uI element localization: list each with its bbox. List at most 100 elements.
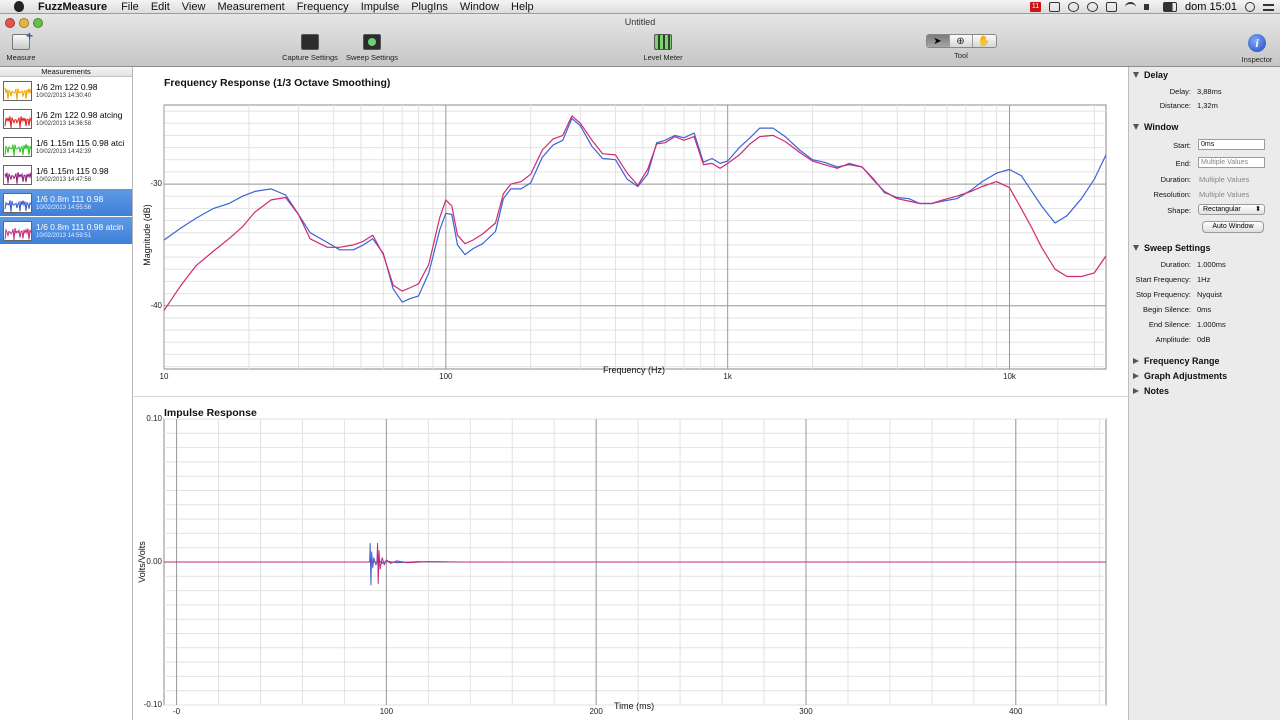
measurement-name: 1/6 2m 122 0.98	[36, 81, 98, 92]
y-tick-label: -40	[150, 300, 162, 310]
window-section-header[interactable]: Window	[1133, 122, 1178, 132]
measurements-header: Measurements	[0, 67, 132, 77]
sweep-settings-button[interactable]: Sweep Settings	[344, 34, 400, 62]
x-tick-label: 100	[439, 372, 453, 381]
apple-menu-icon[interactable]	[12, 1, 26, 13]
sweep-section-header[interactable]: Sweep Settings	[1133, 243, 1211, 253]
thumbnail-trace	[4, 199, 31, 212]
time-x-axis-label: Time (ms)	[614, 701, 655, 711]
measurement-thumbnail	[3, 80, 32, 101]
bluetooth-icon[interactable]	[1106, 2, 1118, 12]
window-start-label: Start:	[1173, 141, 1191, 150]
menu-measurement[interactable]: Measurement	[211, 0, 290, 14]
menu-help[interactable]: Help	[505, 0, 540, 14]
measure-button[interactable]: Measure	[2, 29, 40, 62]
measurement-item[interactable]: 1/6 1.15m 115 0.98 10/02/2013 14:47:58	[0, 161, 132, 189]
menu-frequency[interactable]: Frequency	[291, 0, 355, 14]
menu-app-name[interactable]: FuzzMeasure	[36, 0, 115, 14]
window-duration-label: Duration:	[1160, 175, 1191, 184]
graph-adjustments-section-header[interactable]: Graph Adjustments	[1133, 371, 1227, 381]
y-tick-label: 0.00	[146, 557, 162, 566]
window-resolution-value: Multiple Values	[1199, 190, 1250, 199]
window-start-field[interactable]: 0ms	[1198, 139, 1265, 150]
disclosure-right-icon	[1133, 388, 1139, 394]
x-tick-label: 10k	[1003, 372, 1016, 381]
wifi-icon[interactable]	[1125, 2, 1137, 12]
amplitude-value: 0dB	[1197, 335, 1211, 344]
measurement-text: 1/6 1.15m 115 0.98 atci 10/02/2013 14:42:…	[36, 138, 124, 156]
menu-plugins[interactable]: PlugIns	[405, 0, 454, 14]
zoom-tool-icon[interactable]: ⊕	[949, 35, 973, 47]
delay-section-header[interactable]: Delay	[1133, 70, 1168, 80]
time-machine-icon[interactable]	[1087, 2, 1099, 12]
spotlight-search-icon[interactable]	[1245, 2, 1255, 12]
impulse-response-chart[interactable]	[134, 67, 1128, 720]
x-tick-label: 1k	[723, 372, 732, 381]
measurement-item[interactable]: 1/6 0.8m 111 0.98 10/02/2013 14:55:56	[0, 189, 132, 217]
measurement-thumbnail	[3, 164, 32, 185]
sweep-header-label: Sweep Settings	[1144, 243, 1211, 253]
distance-label: Distance:	[1159, 101, 1191, 110]
disclosure-right-icon	[1133, 373, 1139, 379]
window-end-field[interactable]: Multiple Values	[1198, 157, 1265, 168]
measurement-date: 10/02/2013 14:55:56	[36, 204, 92, 211]
menu-file[interactable]: File	[115, 0, 145, 14]
measurement-date: 10/02/2013 14:59:51	[36, 232, 92, 239]
measurement-text: 1/6 0.8m 111 0.98 10/02/2013 14:55:56	[36, 194, 103, 212]
inspector-button[interactable]: i Inspector	[1236, 34, 1278, 64]
info-icon: i	[1248, 34, 1266, 52]
flag-status-icon[interactable]: 11	[1030, 2, 1042, 12]
end-silence-value: 1.000ms	[1197, 320, 1226, 329]
measurement-date: 10/02/2013 14:30:40	[36, 92, 92, 99]
battery-icon[interactable]	[1163, 2, 1178, 12]
notification-center-icon[interactable]	[1263, 3, 1274, 11]
hand-tool-icon[interactable]: ✋	[972, 35, 996, 47]
window-shape-select[interactable]: Rectangular	[1198, 204, 1265, 215]
disclosure-down-icon	[1133, 124, 1139, 130]
thumbnail-trace	[4, 171, 31, 184]
clock[interactable]: dom 15:01	[1185, 0, 1237, 14]
notes-label: Notes	[1144, 386, 1170, 396]
begin-silence-value: 0ms	[1197, 305, 1212, 314]
menu-view[interactable]: View	[176, 0, 212, 14]
menu-extras: 11 dom 15:01	[1030, 0, 1274, 14]
measurement-name: 1/6 1.15m 115 0.98	[36, 165, 109, 176]
y-tick-label: 0.10	[146, 414, 162, 423]
sweep-settings-icon	[363, 34, 381, 50]
frequency-range-label: Frequency Range	[1144, 356, 1220, 366]
app-status-icon[interactable]	[1049, 2, 1061, 12]
inspector-label: Inspector	[1241, 55, 1273, 64]
level-meter-button[interactable]: Level Meter	[640, 34, 686, 62]
measurement-item[interactable]: 1/6 0.8m 111 0.98 atcin 10/02/2013 14:59:…	[0, 217, 132, 245]
disclosure-down-icon	[1133, 245, 1139, 251]
sweep-duration-value: 1.000ms	[1197, 260, 1226, 269]
distance-value: 1,32m	[1197, 101, 1218, 110]
disclosure-down-icon	[1133, 72, 1139, 78]
sync-icon[interactable]	[1068, 2, 1080, 12]
frequency-range-section-header[interactable]: Frequency Range	[1133, 356, 1220, 366]
x-tick-label: 400	[1009, 707, 1023, 716]
measurement-date: 10/02/2013 14:42:39	[36, 148, 92, 155]
notes-section-header[interactable]: Notes	[1133, 386, 1169, 396]
menu-edit[interactable]: Edit	[145, 0, 176, 14]
measurement-item[interactable]: 1/6 1.15m 115 0.98 atci 10/02/2013 14:42:…	[0, 133, 132, 161]
x-tick-label: 300	[799, 707, 813, 716]
disclosure-right-icon	[1133, 358, 1139, 364]
sweep-settings-label: Sweep Settings	[345, 53, 399, 62]
volume-icon[interactable]	[1144, 2, 1155, 12]
measurement-item[interactable]: 1/6 2m 122 0.98 10/02/2013 14:30:40	[0, 77, 132, 105]
measurement-name: 1/6 0.8m 111 0.98	[36, 193, 104, 204]
menu-window[interactable]: Window	[454, 0, 505, 14]
pointer-tool-icon[interactable]: ➤	[926, 35, 950, 47]
measurement-item[interactable]: 1/6 2m 122 0.98 atcing 10/02/2013 14:36:5…	[0, 105, 132, 133]
measurement-date: 10/02/2013 14:36:58	[36, 120, 92, 127]
measurement-thumbnail	[3, 136, 32, 157]
capture-settings-icon	[301, 34, 319, 50]
amplitude-label: Amplitude:	[1155, 335, 1191, 344]
menu-impulse[interactable]: Impulse	[355, 0, 406, 14]
measurement-thumbnail	[3, 108, 32, 129]
delay-value: 3,88ms	[1197, 87, 1222, 96]
capture-settings-button[interactable]: Capture Settings	[278, 34, 342, 62]
auto-window-button[interactable]: Auto Window	[1202, 221, 1264, 233]
measurement-thumbnail	[3, 192, 32, 213]
